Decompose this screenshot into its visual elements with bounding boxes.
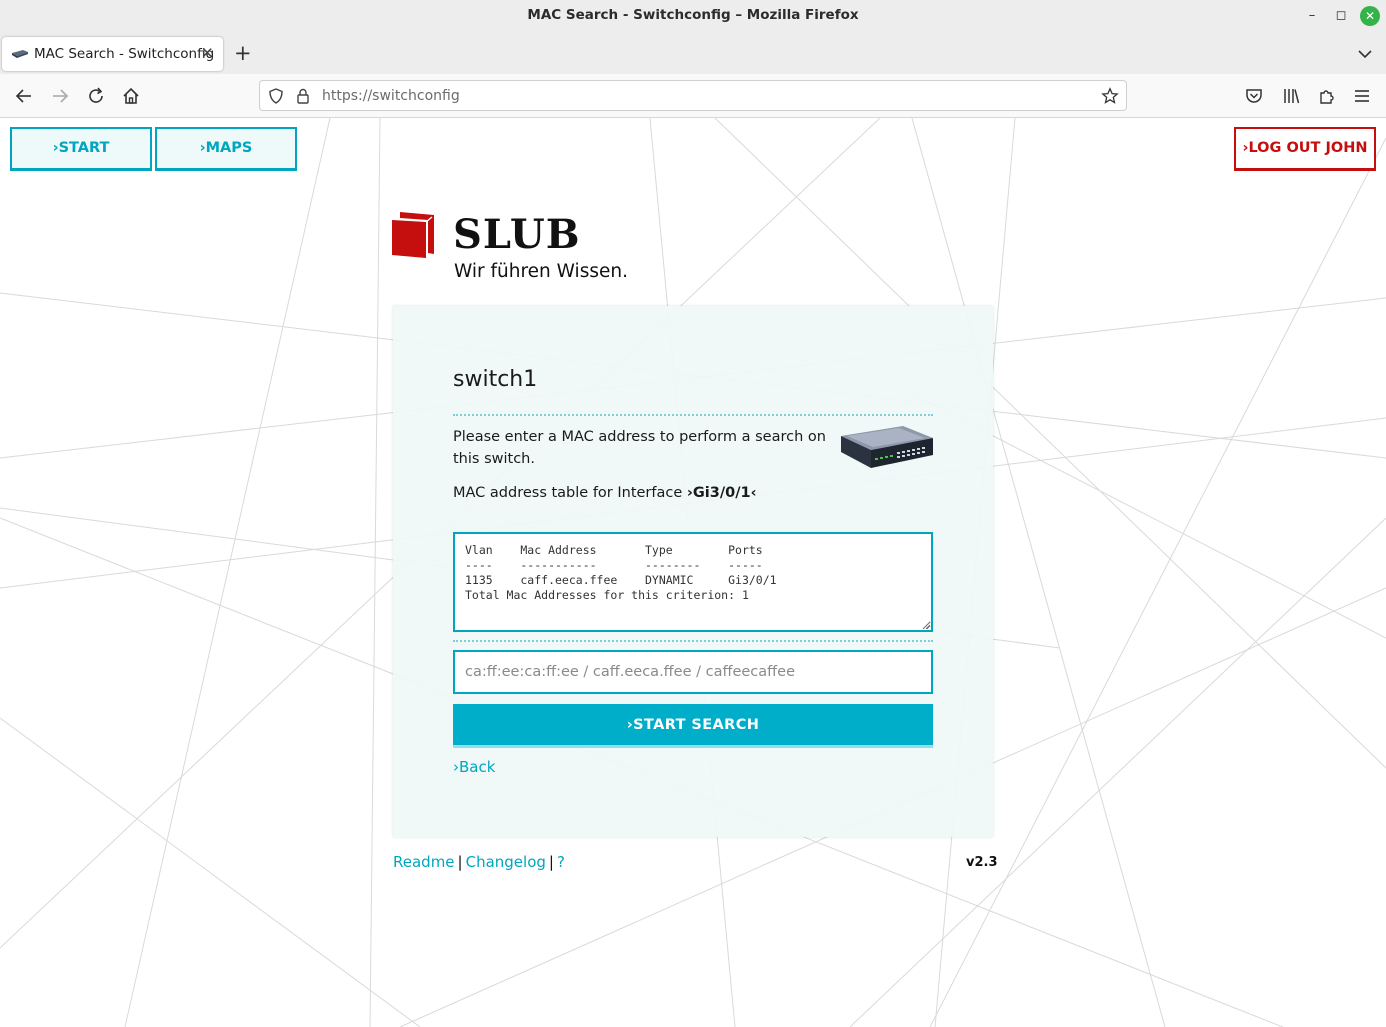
start-search-button[interactable]: ›START SEARCH (453, 704, 933, 748)
mac-search-panel: switch1 Please enter a MAC address to pe… (393, 306, 993, 837)
mac-table-output[interactable]: Vlan Mac Address Type Ports ---- -------… (453, 532, 933, 632)
interface-name: ›Gi3/0/1‹ (686, 485, 757, 501)
forward-arrow-icon[interactable] (50, 86, 70, 106)
intro-text: Please enter a MAC address to perform a … (453, 429, 826, 467)
readme-link[interactable]: Readme (393, 853, 455, 871)
window-title: MAC Search - Switchconfig – Mozilla Fire… (527, 7, 859, 23)
maps-button[interactable]: ›MAPS (155, 127, 297, 171)
footer-links: Readme | Changelog |? (393, 853, 565, 871)
new-tab-icon[interactable]: + (234, 42, 252, 64)
shield-icon[interactable] (267, 87, 285, 105)
back-arrow-icon[interactable] (14, 86, 34, 106)
changelog-link[interactable]: Changelog (466, 853, 546, 871)
switch-favicon-icon (12, 50, 28, 58)
resize-grip-icon[interactable] (921, 620, 931, 630)
logo-slogan: Wir führen Wissen. (454, 261, 628, 282)
switch-name-heading: switch1 (453, 367, 538, 392)
network-switch-icon (841, 426, 933, 468)
reload-icon[interactable] (86, 86, 106, 106)
mac-table-title: MAC address table for Interface ›Gi3/0/1… (453, 485, 757, 501)
minimize-icon[interactable]: – (1302, 6, 1322, 26)
help-link[interactable]: ? (557, 853, 565, 871)
tab-close-icon[interactable]: ✕ (201, 44, 214, 62)
tab-bar: MAC Search - Switchconfig ✕ + (0, 33, 1386, 74)
bookmark-star-icon[interactable] (1101, 87, 1119, 105)
version-label: v2.3 (966, 855, 998, 870)
pocket-icon[interactable] (1244, 86, 1264, 106)
mac-address-input[interactable] (453, 650, 933, 694)
page-content: ›START ›MAPS ›LOG OUT JOHN SLUB Wir führ… (0, 118, 1386, 1027)
divider (453, 640, 933, 642)
tab-label: MAC Search - Switchconfig (34, 46, 215, 62)
library-icon[interactable] (1281, 86, 1301, 106)
home-icon[interactable] (121, 86, 141, 106)
footer-separator: | (457, 853, 463, 871)
footer-separator: | (548, 853, 554, 871)
close-icon[interactable]: ✕ (1360, 6, 1380, 26)
chevron-down-icon[interactable] (1356, 45, 1374, 63)
tab-mac-search[interactable]: MAC Search - Switchconfig ✕ (2, 37, 223, 71)
divider (453, 414, 933, 416)
navigation-toolbar: https://switchconfig (0, 74, 1386, 118)
lock-icon[interactable] (294, 87, 312, 105)
url-bar[interactable]: https://switchconfig (259, 80, 1127, 111)
logout-button[interactable]: ›LOG OUT JOHN (1234, 127, 1376, 171)
window-titlebar: MAC Search - Switchconfig – Mozilla Fire… (0, 0, 1386, 33)
extensions-icon[interactable] (1317, 86, 1337, 106)
menu-icon[interactable] (1352, 86, 1372, 106)
slub-logo: SLUB Wir führen Wissen. (392, 212, 662, 292)
back-link[interactable]: ›Back (453, 758, 495, 776)
slub-logo-mark-icon (392, 212, 434, 258)
logo-brand-text: SLUB (453, 211, 581, 258)
url-text[interactable]: https://switchconfig (322, 88, 460, 104)
mac-table-title-prefix: MAC address table for Interface (453, 485, 687, 501)
maximize-icon[interactable]: ◻ (1331, 6, 1351, 26)
start-button[interactable]: ›START (10, 127, 152, 171)
